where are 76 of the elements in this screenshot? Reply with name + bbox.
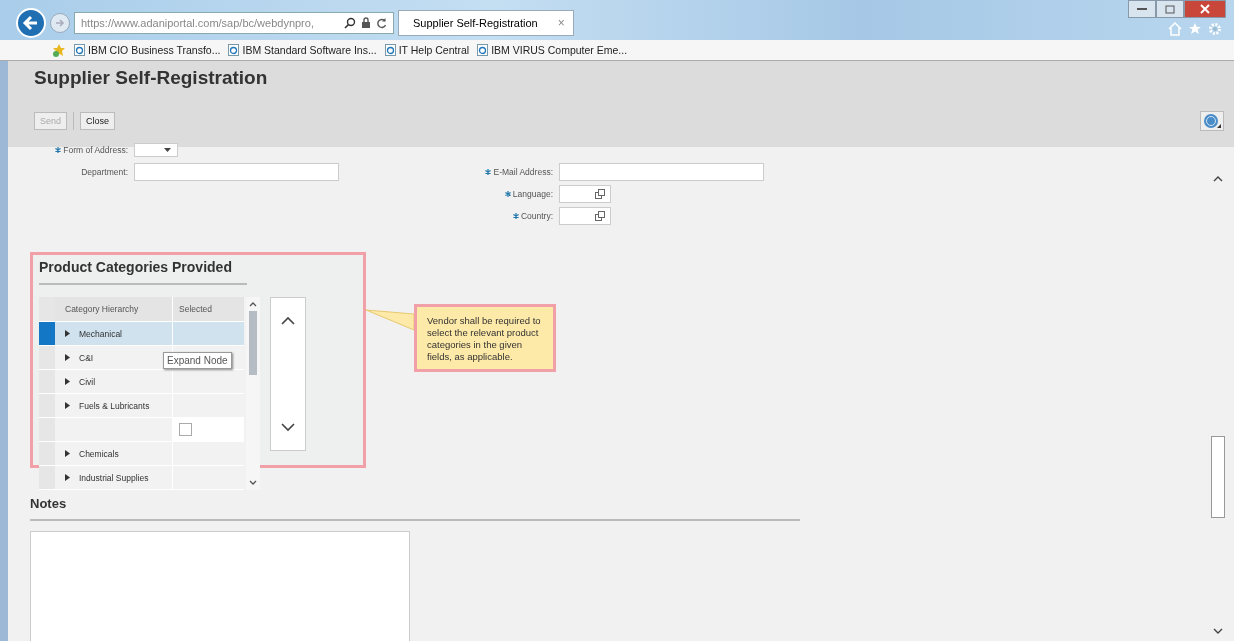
expand-arrow-icon[interactable] <box>65 402 70 409</box>
expand-arrow-icon[interactable] <box>65 450 70 457</box>
page-icon <box>384 44 396 56</box>
table-scrollbar[interactable] <box>246 297 260 490</box>
tab-close-button[interactable]: × <box>557 16 565 30</box>
maximize-icon <box>1165 4 1175 14</box>
page-icon <box>477 44 489 56</box>
scrollbar-thumb[interactable] <box>249 311 257 375</box>
expand-arrow-icon[interactable] <box>65 474 70 481</box>
favorites-star-icon[interactable] <box>52 43 66 57</box>
category-name: Mechanical <box>79 328 122 339</box>
expand-arrow-icon[interactable] <box>65 354 70 361</box>
callout-pointer <box>366 308 414 332</box>
minimize-button[interactable] <box>1128 0 1156 18</box>
search-icon[interactable] <box>344 17 356 29</box>
section-title: Product Categories Provided <box>39 259 233 275</box>
favorite-link[interactable]: IBM VIRUS Computer Eme... <box>491 44 628 56</box>
category-name: C&I <box>79 352 94 363</box>
back-button[interactable] <box>16 8 46 38</box>
close-window-button[interactable] <box>1184 0 1226 18</box>
category-name: Fuels & Lubricants <box>79 400 150 411</box>
toolbar-button[interactable]: Close <box>80 112 116 130</box>
scroll-down-icon[interactable] <box>281 423 295 432</box>
minimize-icon <box>1137 7 1147 11</box>
category-name: Industrial Supplies <box>79 472 149 483</box>
section-title: Notes <box>30 496 68 511</box>
input-field[interactable] <box>559 163 764 181</box>
lock-icon <box>361 17 371 29</box>
lookup-field[interactable] <box>559 207 611 225</box>
table-row[interactable]: Chemicals <box>39 442 244 466</box>
address-bar[interactable]: https://www.adaniportal.com/sap/bc/webdynpro, <box>74 12 394 34</box>
page-icon <box>228 44 240 56</box>
field-label: Form of Address: <box>63 145 128 155</box>
scroll-up-icon[interactable] <box>1213 175 1223 182</box>
dropdown-field[interactable] <box>134 143 178 157</box>
value-help-icon[interactable] <box>595 211 605 221</box>
arrow-left-icon <box>22 14 40 32</box>
field-label: Country: <box>520 211 553 221</box>
field-label: Department: <box>81 167 128 177</box>
scrollbar-thumb[interactable] <box>1211 436 1225 518</box>
checkbox[interactable] <box>179 423 192 436</box>
input-field[interactable] <box>134 163 339 181</box>
field-label: E-Mail Address: <box>493 167 553 177</box>
scroll-down-icon[interactable] <box>249 480 257 486</box>
star-icon[interactable] <box>1188 22 1202 36</box>
scroll-up-icon[interactable] <box>281 316 295 325</box>
arrow-right-icon <box>54 17 66 29</box>
help-button[interactable] <box>1200 111 1224 131</box>
column-header[interactable]: Selected <box>172 297 244 321</box>
category-name: Civil <box>79 376 96 387</box>
table-row[interactable]: Industrial Supplies <box>39 466 244 490</box>
favorite-link[interactable]: IT Help Central <box>398 44 470 56</box>
expand-arrow-icon[interactable] <box>65 330 70 337</box>
table-row[interactable]: Mechanical <box>39 322 244 346</box>
lookup-field[interactable] <box>559 185 611 203</box>
help-icon <box>1203 113 1221 129</box>
scroll-down-icon[interactable] <box>1213 628 1223 635</box>
url-text: https://www.adaniportal.com/sap/bc/webdynpro, <box>81 17 315 29</box>
refresh-icon[interactable] <box>376 17 387 29</box>
browser-tab[interactable]: Supplier Self-Registration × <box>398 10 574 36</box>
column-header[interactable]: Category Hierarchy <box>55 297 172 321</box>
value-help-icon[interactable] <box>595 189 605 199</box>
tab-title: Supplier Self-Registration <box>413 17 538 29</box>
close-icon <box>1200 4 1210 14</box>
favorite-link[interactable]: IBM CIO Business Transfo... <box>88 44 221 56</box>
notes-field[interactable] <box>30 531 410 641</box>
tooltip: Expand Node <box>163 352 232 369</box>
table-row[interactable]: Civil <box>39 370 244 394</box>
expand-arrow-icon[interactable] <box>65 378 70 385</box>
page-icon <box>74 44 85 56</box>
scroll-up-icon[interactable] <box>249 301 257 307</box>
callout-note: Vendor shall be required to select the relevant product categories in the given fields, as applicable. <box>414 304 556 372</box>
category-name: Chemicals <box>79 448 119 459</box>
favorite-link[interactable]: IBM Standard Software Ins... <box>242 44 377 56</box>
page-title: Supplier Self-Registration <box>34 67 269 89</box>
field-label: Language: <box>512 189 553 199</box>
